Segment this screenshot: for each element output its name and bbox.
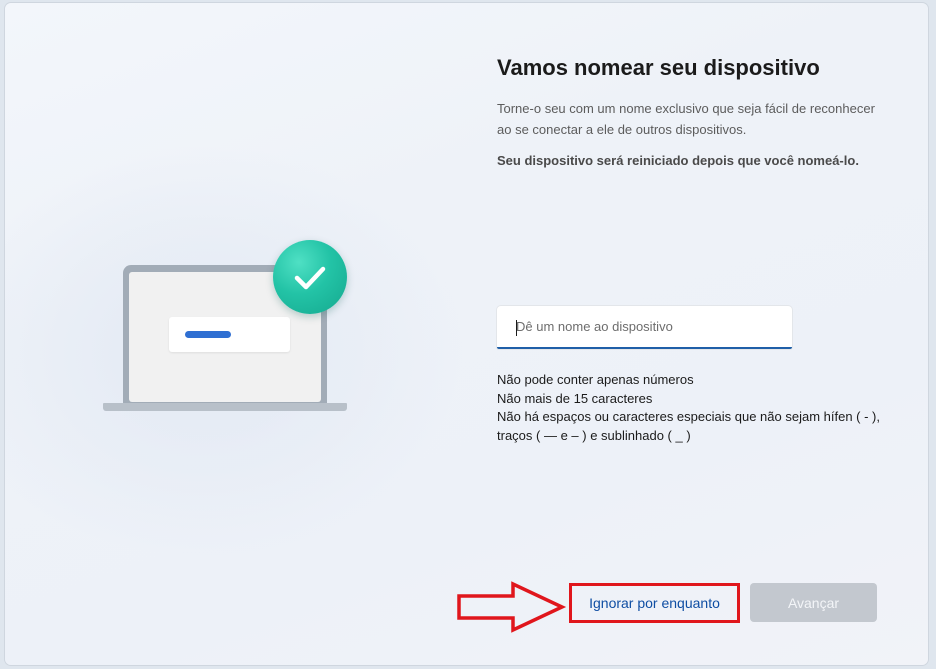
name-rules: Não pode conter apenas números Não mais … [497, 371, 887, 445]
name-card-illustration [169, 317, 290, 352]
rule-item: Não mais de 15 caracteres [497, 390, 653, 406]
checkmark-icon [273, 240, 347, 314]
skip-button[interactable]: Ignorar por enquanto [569, 583, 740, 623]
name-bar-illustration [185, 331, 231, 338]
restart-warning: Seu dispositivo será reiniciado depois q… [497, 153, 859, 168]
rule-item: Não há espaços ou caracteres especiais q… [497, 409, 880, 443]
page-description: Torne-o seu com um nome exclusivo que se… [497, 101, 875, 137]
next-button[interactable]: Avançar [750, 583, 877, 622]
page-title: Vamos nomear seu dispositivo [497, 55, 820, 80]
laptop-base [103, 403, 347, 411]
text-caret [516, 320, 517, 336]
rule-item: Não pode conter apenas números [497, 372, 694, 387]
device-name-input[interactable] [497, 306, 792, 349]
red-arrow-annotation [457, 581, 567, 633]
